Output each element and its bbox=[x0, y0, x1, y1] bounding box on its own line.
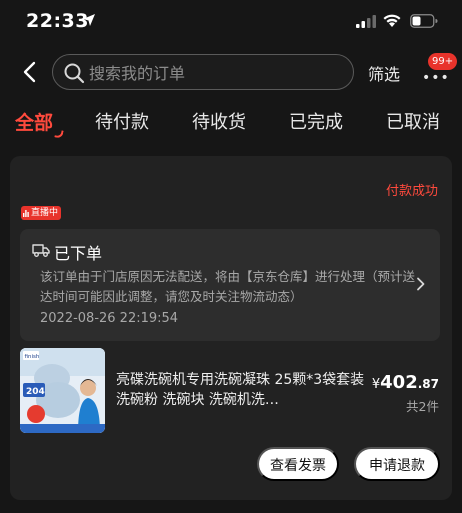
more-dots-icon: ••• bbox=[422, 70, 450, 86]
wifi-icon bbox=[383, 14, 401, 27]
tab-cancelled[interactable]: 已取消 bbox=[386, 108, 440, 134]
filter-button[interactable]: 筛选 bbox=[368, 61, 400, 85]
logistics-title: 已下单 bbox=[54, 244, 103, 263]
status-time: 22:33 bbox=[26, 10, 89, 32]
status-bar: 22:33 bbox=[0, 0, 462, 44]
live-badge: 直播中 bbox=[21, 206, 62, 220]
product-tag-text: 204 bbox=[26, 387, 45, 397]
product-brand-text: finish bbox=[25, 354, 40, 360]
back-arrow-icon[interactable] bbox=[16, 58, 44, 86]
search-icon bbox=[64, 63, 85, 84]
request-refund-button[interactable]: 申请退款 bbox=[354, 447, 440, 481]
logistics-message: 该订单由于门店原因无法配送，将由【京东仓库】进行处理（预计送达时间可能因此调整，… bbox=[40, 269, 416, 304]
cellular-signal-icon bbox=[356, 15, 376, 28]
product-price: ¥402.87 bbox=[372, 372, 439, 393]
order-tabs: 全部 待付款 待收货 已完成 已取消 bbox=[0, 104, 462, 144]
delivery-truck-icon bbox=[32, 244, 50, 257]
product-name[interactable]: 亮碟洗碗机专用洗碗凝珠 25颗*3袋套装 洗碗粉 洗碗块 洗碗机洗… bbox=[116, 370, 374, 410]
tab-pending-receipt[interactable]: 待收货 bbox=[192, 108, 246, 134]
view-invoice-button[interactable]: 查看发票 bbox=[257, 447, 339, 481]
tab-all[interactable]: 全部 bbox=[15, 108, 53, 135]
price-decimal: .87 bbox=[417, 377, 439, 391]
live-bars-icon bbox=[23, 209, 29, 217]
tab-completed[interactable]: 已完成 bbox=[289, 108, 343, 134]
chevron-right-icon bbox=[417, 277, 425, 291]
search-box[interactable] bbox=[52, 54, 354, 90]
logistics-panel[interactable]: 已下单 该订单由于门店原因无法配送，将由【京东仓库】进行处理（预计送达时间可能因… bbox=[20, 229, 440, 341]
order-status: 付款成功 bbox=[385, 184, 438, 199]
product-image[interactable]: finish 204 bbox=[20, 348, 105, 433]
live-badge-label: 直播中 bbox=[31, 208, 59, 218]
message-count-badge: 99+ bbox=[428, 53, 458, 70]
active-tab-indicator bbox=[54, 129, 64, 139]
product-thumbnail-graphic: finish 204 bbox=[20, 348, 105, 433]
price-currency: ¥ bbox=[371, 377, 381, 392]
order-card[interactable]: 付款成功 直播中 已下单 该订单由于门店原因无法配送，将由【京东仓库】进行处理（… bbox=[10, 156, 452, 500]
tab-pending-payment[interactable]: 待付款 bbox=[95, 108, 149, 134]
location-arrow-icon bbox=[83, 14, 95, 26]
price-integer: 402 bbox=[380, 372, 418, 393]
battery-icon bbox=[410, 14, 438, 28]
product-quantity: 共2件 bbox=[406, 399, 439, 414]
search-input[interactable] bbox=[89, 62, 339, 84]
header: 筛选 ••• bbox=[0, 52, 462, 92]
logistics-time: 2022-08-26 22:19:54 bbox=[40, 311, 179, 326]
